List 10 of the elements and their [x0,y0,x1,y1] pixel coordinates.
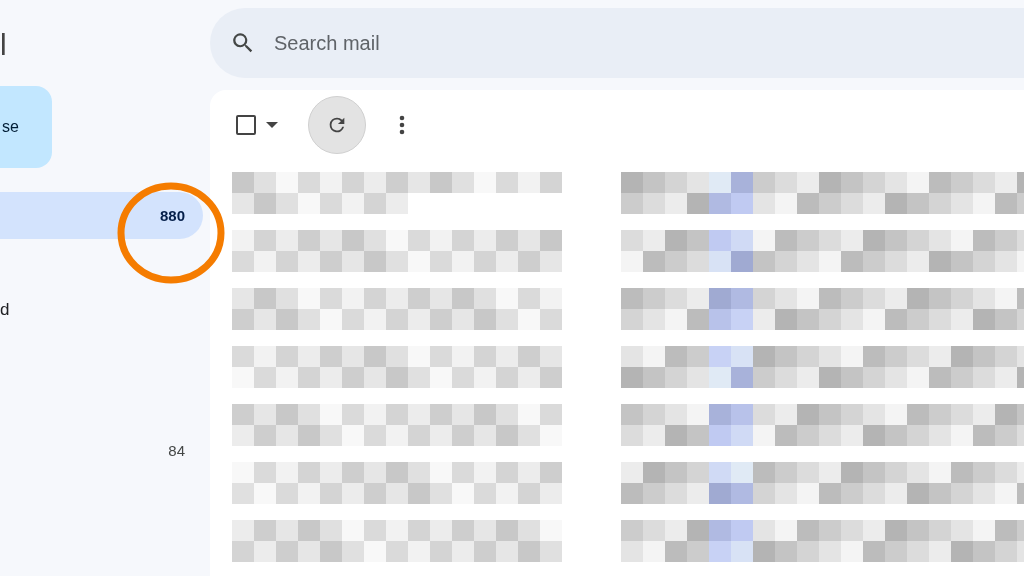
nav-item[interactable]: 84 [0,427,203,474]
select-checkbox[interactable] [236,115,256,135]
compose-button[interactable]: se [0,86,52,168]
unread-count: 84 [168,442,185,459]
nav-label: d [0,299,10,320]
nav-item[interactable]: 880 [0,192,203,239]
unread-count: 880 [159,207,185,224]
logo-text: l [0,28,7,62]
search-field[interactable]: Search mail [210,8,1024,78]
nav-item[interactable]: d [0,286,203,333]
